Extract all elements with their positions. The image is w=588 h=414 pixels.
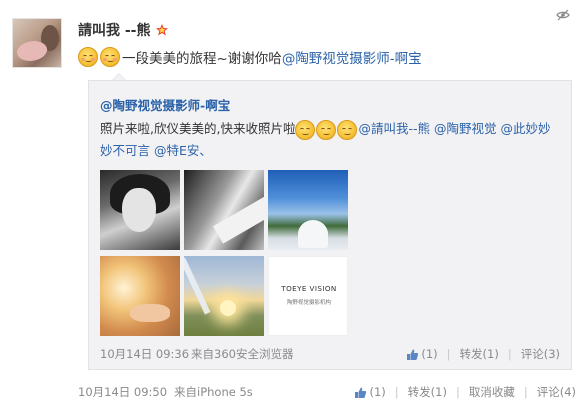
vip-badge-icon[interactable] bbox=[155, 23, 169, 37]
post-source: 来自iPhone 5s bbox=[174, 385, 253, 399]
smiley-emoji-icon bbox=[337, 119, 358, 140]
smiley-emoji-icon bbox=[78, 47, 98, 67]
repost-button[interactable]: 转发(1) bbox=[408, 384, 447, 400]
weibo-post: 請叫我 --熊 一段美美的旅程~谢谢你哈 @陶野视觉摄影师-啊宝 @陶野视觉摄影… bbox=[0, 0, 588, 414]
repost-source: 来自360安全浏览器 bbox=[191, 347, 294, 361]
mention-link[interactable]: @請叫我--熊 bbox=[358, 121, 430, 136]
thumbs-up-icon bbox=[355, 387, 367, 398]
thumbs-up-icon bbox=[407, 349, 419, 360]
repost-button[interactable]: 转发(1) bbox=[460, 346, 499, 362]
divider: | bbox=[455, 385, 460, 399]
repost-text: 照片来啦,欣仪美美的,快来收照片啦 @請叫我--熊 @陶野视觉 @此妙妙妙不可言 … bbox=[100, 118, 560, 162]
smiley-emoji-icon bbox=[295, 119, 316, 140]
mention-link[interactable]: @陶野视觉摄影师-啊宝 bbox=[282, 47, 422, 67]
smiley-emoji-icon bbox=[316, 119, 337, 140]
mention-link[interactable]: @特E安、 bbox=[154, 143, 212, 158]
post-actions: (1) | 转发(1) | 取消收藏 | 评论(4) bbox=[354, 384, 576, 400]
like-count: (1) bbox=[421, 347, 438, 361]
repost-footer: 10月14日 09:36 来自360安全浏览器 (1) | 转发(1) | 评论… bbox=[100, 346, 560, 362]
post-timestamp[interactable]: 10月14日 09:50 bbox=[78, 384, 167, 400]
brand-logo-subtext: 陶野视觉摄影机构 bbox=[286, 300, 331, 306]
repost-actions: (1) | 转发(1) | 评论(3) bbox=[406, 346, 560, 362]
post-text-body: 一段美美的旅程~谢谢你哈 bbox=[122, 51, 282, 67]
author-row: 請叫我 --熊 bbox=[78, 21, 169, 39]
photo-thumbnail[interactable] bbox=[184, 170, 264, 250]
like-count: (1) bbox=[369, 385, 386, 399]
author-name[interactable]: 請叫我 --熊 bbox=[78, 20, 151, 40]
comment-button[interactable]: 评论(3) bbox=[521, 346, 560, 362]
repost-pointer bbox=[112, 73, 126, 80]
avatar[interactable] bbox=[12, 18, 62, 68]
like-button[interactable]: (1) bbox=[406, 347, 438, 361]
repost-author[interactable]: @陶野视觉摄影师-啊宝 bbox=[100, 95, 230, 114]
hide-icon[interactable] bbox=[556, 8, 570, 22]
divider: | bbox=[446, 347, 451, 361]
post-footer: 10月14日 09:50 来自iPhone 5s (1) | 转发(1) | 取… bbox=[78, 384, 576, 400]
photo-thumbnail[interactable] bbox=[184, 256, 264, 336]
photo-thumbnail[interactable] bbox=[100, 170, 180, 250]
repost-text-body: 照片来啦,欣仪美美的,快来收照片啦 bbox=[100, 121, 296, 136]
divider: | bbox=[523, 385, 528, 399]
divider: | bbox=[507, 347, 512, 361]
comment-button[interactable]: 评论(4) bbox=[537, 384, 576, 400]
repost-timestamp[interactable]: 10月14日 09:36 bbox=[100, 346, 189, 362]
photo-thumbnail[interactable] bbox=[268, 170, 348, 250]
divider: | bbox=[394, 385, 399, 399]
brand-logo-text: TOEYE VISION bbox=[281, 284, 337, 293]
smiley-emoji-icon bbox=[100, 47, 120, 67]
photo-thumbnail-logo[interactable]: TOEYE VISION 陶野视觉摄影机构 bbox=[268, 256, 348, 336]
mention-link[interactable]: @陶野视觉 bbox=[434, 121, 497, 136]
photo-thumbnail[interactable] bbox=[100, 256, 180, 336]
like-button[interactable]: (1) bbox=[354, 385, 386, 399]
post-text: 一段美美的旅程~谢谢你哈 @陶野视觉摄影师-啊宝 bbox=[78, 46, 422, 68]
unfavorite-button[interactable]: 取消收藏 bbox=[469, 384, 515, 400]
